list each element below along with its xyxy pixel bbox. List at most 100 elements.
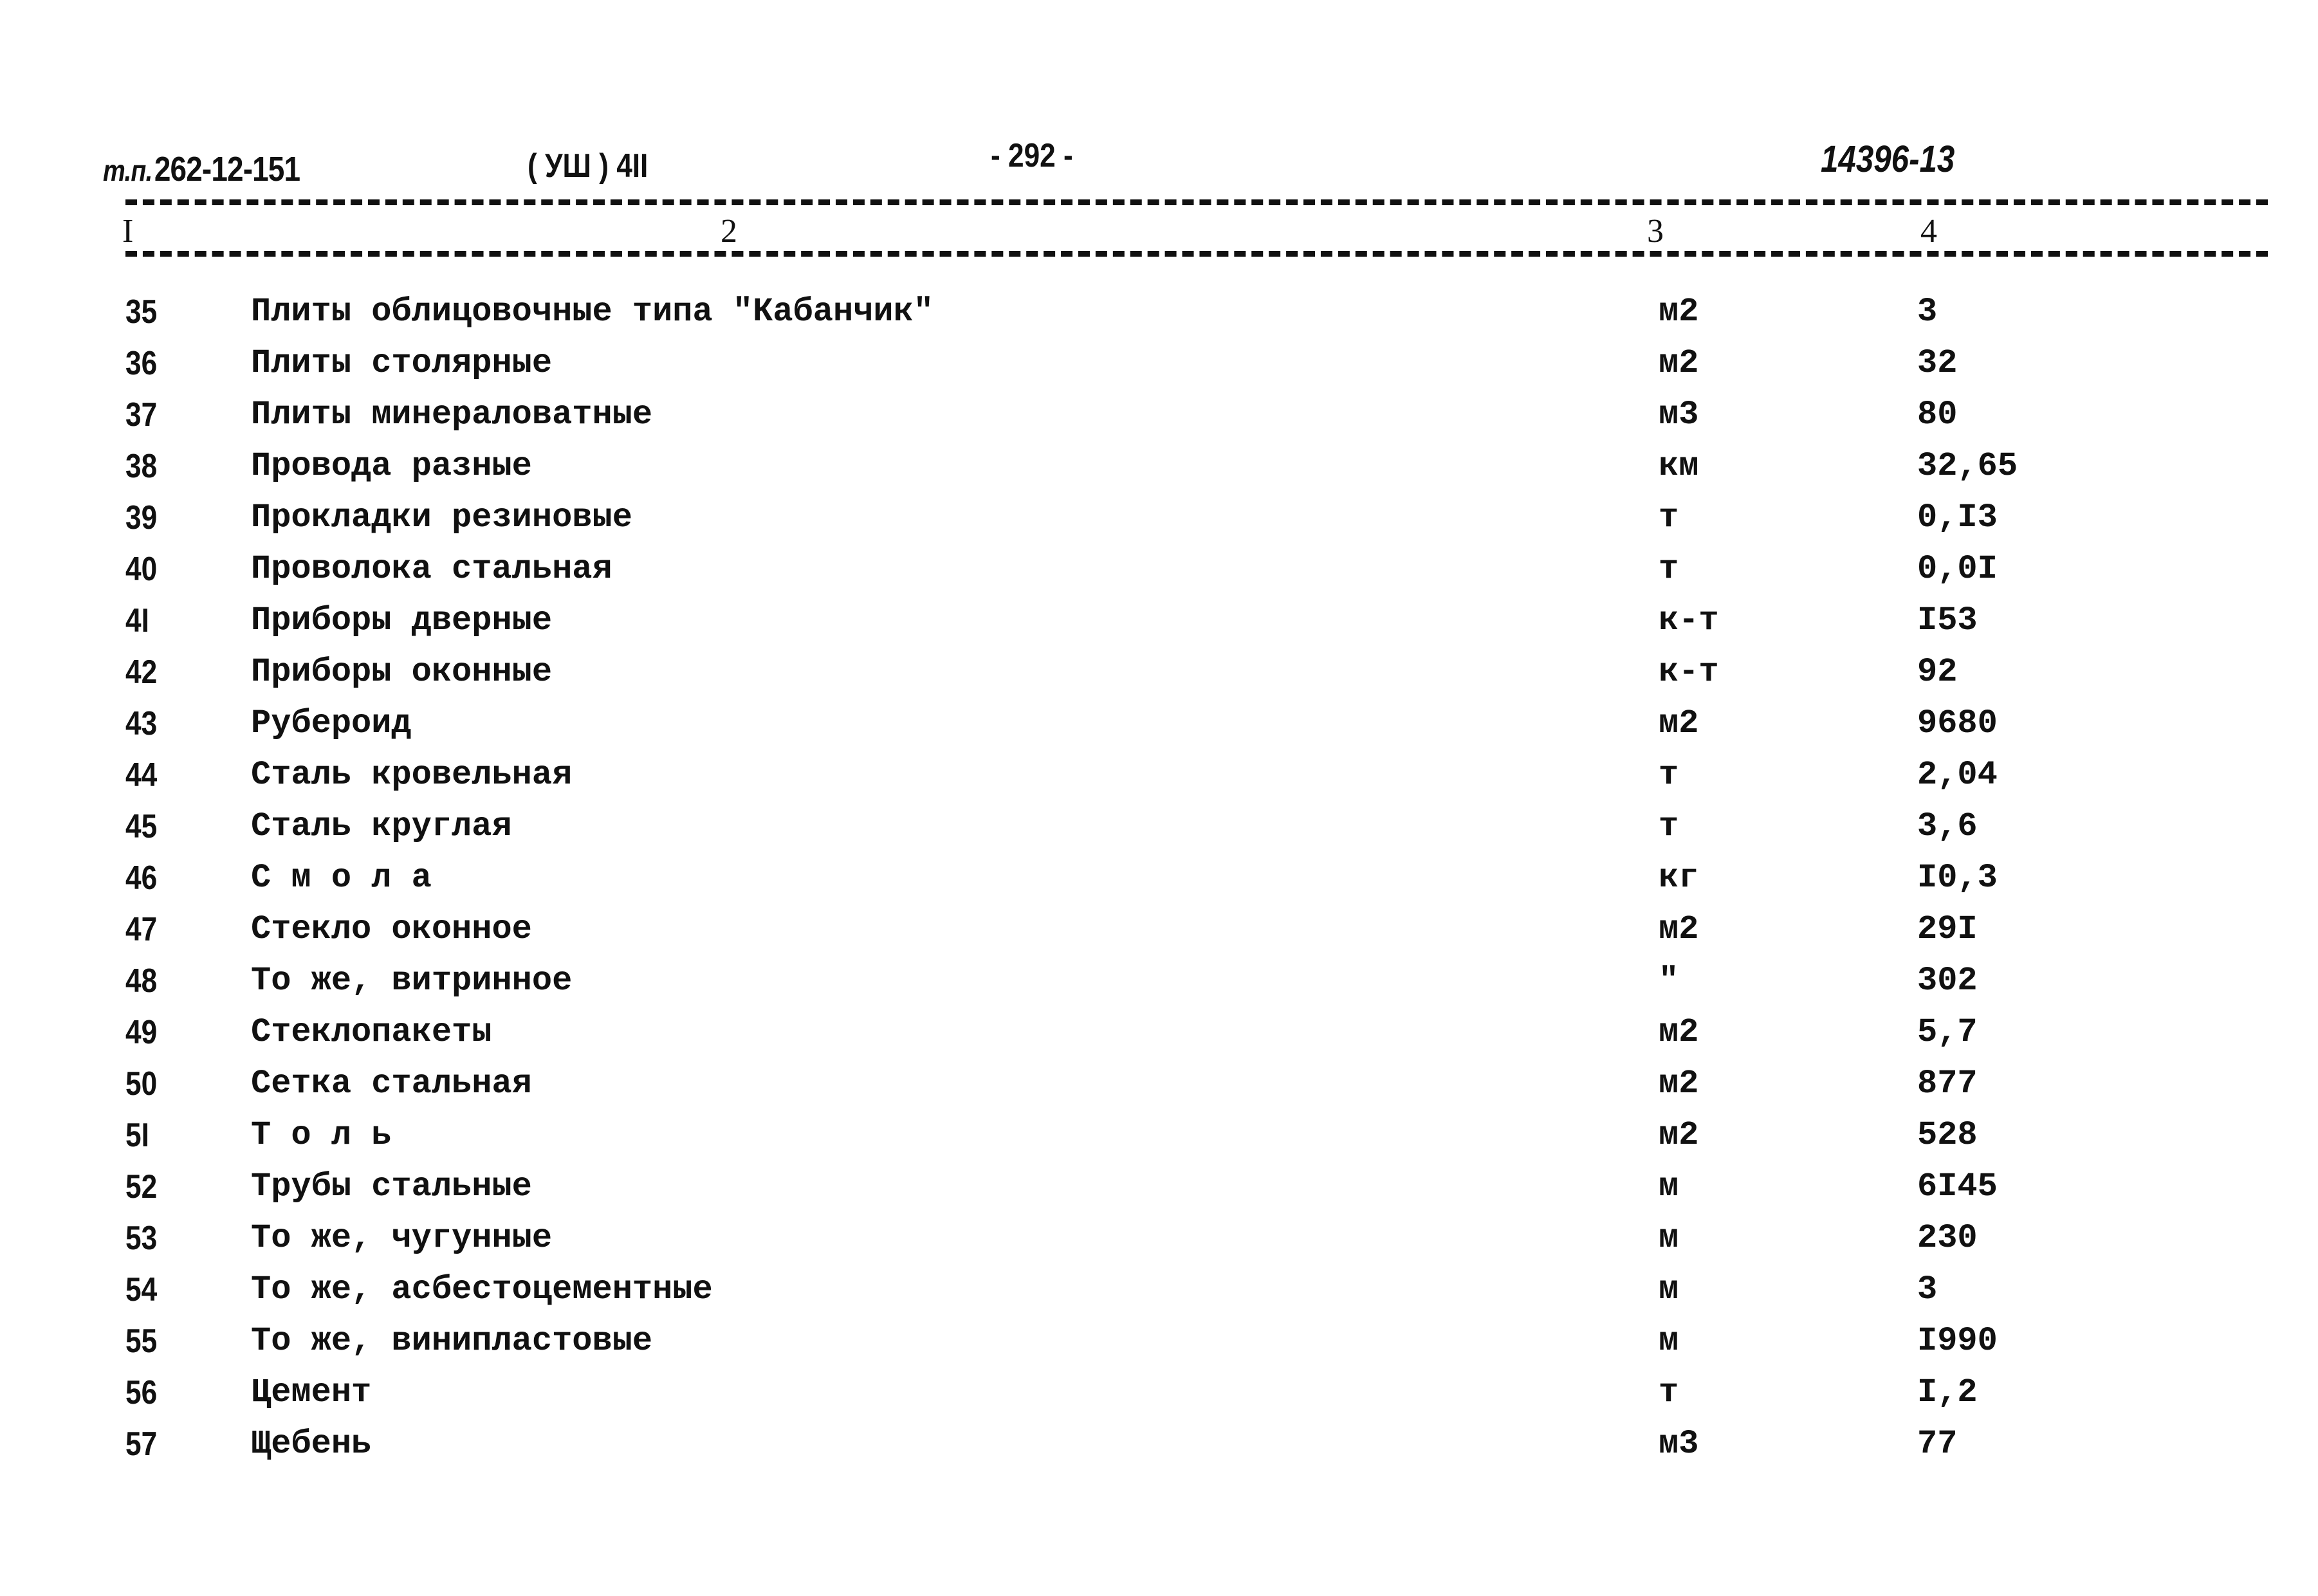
quantity: 230 xyxy=(1917,1219,1978,1257)
unit-of-measure: м3 xyxy=(1659,1425,1699,1463)
column-number-4: 4 xyxy=(1920,213,1937,250)
quantity: 32 xyxy=(1917,344,1958,382)
table-row: 36 Плиты столярные м2 32 xyxy=(0,338,2318,389)
section-label: ( УШ ) 4II xyxy=(528,147,648,185)
material-name: Плиты минераловатные xyxy=(251,396,653,434)
row-number: 4I xyxy=(125,602,149,639)
table-row: 52 Трубы стальные м 6I45 xyxy=(0,1161,2318,1213)
table-row: 35 Плиты облицовочные типа "Кабанчик" м2 3 xyxy=(0,286,2318,338)
unit-of-measure: м3 xyxy=(1659,396,1699,434)
material-name: Сетка стальная xyxy=(251,1065,532,1103)
row-number: 39 xyxy=(125,499,158,537)
material-name: Стекло оконное xyxy=(251,910,532,948)
column-number-2: 2 xyxy=(721,213,737,250)
material-name: Провода разные xyxy=(251,447,532,485)
row-number: 56 xyxy=(125,1374,158,1411)
unit-of-measure: км xyxy=(1659,447,1699,485)
unit-of-measure: т xyxy=(1659,807,1679,845)
material-name: Прокладки резиновые xyxy=(251,499,632,537)
row-number: 45 xyxy=(125,808,158,845)
unit-of-measure: " xyxy=(1659,962,1679,1000)
unit-of-measure: м2 xyxy=(1659,1116,1699,1154)
table-row: 46 С м о л а кг I0,3 xyxy=(0,852,2318,904)
unit-of-measure: т xyxy=(1659,1373,1679,1411)
table-row: 44 Сталь кровельная т 2,04 xyxy=(0,749,2318,801)
row-number: 54 xyxy=(125,1271,158,1308)
quantity: 92 xyxy=(1917,653,1958,691)
table-row: 55 То же, винипластовые м I990 xyxy=(0,1316,2318,1367)
quantity: I,2 xyxy=(1917,1373,1978,1411)
material-name: Рубероид xyxy=(251,704,412,742)
table-row: 57 Щебень м3 77 xyxy=(0,1418,2318,1470)
table-row: 48 То же, витринное " 302 xyxy=(0,955,2318,1007)
row-number: 36 xyxy=(125,345,158,382)
row-number: 48 xyxy=(125,962,158,1000)
row-number: 44 xyxy=(125,757,158,794)
unit-of-measure: м xyxy=(1659,1270,1679,1308)
row-number: 55 xyxy=(125,1323,158,1360)
table-row: 45 Сталь круглая т 3,6 xyxy=(0,801,2318,852)
quantity: 77 xyxy=(1917,1425,1958,1463)
unit-of-measure: т xyxy=(1659,499,1679,537)
material-name: Проволока стальная xyxy=(251,550,612,588)
unit-of-measure: м xyxy=(1659,1168,1679,1206)
quantity: I990 xyxy=(1917,1322,1998,1360)
document-code-prefix: т.п. xyxy=(103,154,152,187)
unit-of-measure: м2 xyxy=(1659,910,1699,948)
table-row: 50 Сетка стальная м2 877 xyxy=(0,1058,2318,1110)
unit-of-measure: к-т xyxy=(1659,653,1719,691)
quantity: 80 xyxy=(1917,396,1958,434)
table-row: 43 Рубероид м2 9680 xyxy=(0,698,2318,749)
unit-of-measure: к-т xyxy=(1659,601,1719,639)
material-name: Цемент xyxy=(251,1373,372,1411)
table-row: 42 Приборы оконные к-т 92 xyxy=(0,647,2318,698)
row-number: 47 xyxy=(125,911,158,948)
unit-of-measure: т xyxy=(1659,550,1679,588)
material-name: То же, асбестоцементные xyxy=(251,1270,713,1308)
unit-of-measure: кг xyxy=(1659,859,1699,897)
row-number: 50 xyxy=(125,1065,158,1103)
header-divider-top xyxy=(125,199,2268,205)
document-code-value: 262-12-151 xyxy=(154,150,300,188)
table-row: 4I Приборы дверные к-т I53 xyxy=(0,595,2318,647)
quantity: 29I xyxy=(1917,910,1978,948)
unit-of-measure: м xyxy=(1659,1219,1679,1257)
row-number: 43 xyxy=(125,705,158,742)
table-row: 53 То же, чугунные м 230 xyxy=(0,1213,2318,1264)
table-row: 38 Провода разные км 32,65 xyxy=(0,441,2318,492)
row-number: 57 xyxy=(125,1426,158,1463)
document-code: т.п.262-12-151 xyxy=(103,149,300,189)
material-name: Сталь кровельная xyxy=(251,756,573,794)
material-name: Трубы стальные xyxy=(251,1168,532,1206)
row-number: 5I xyxy=(125,1117,149,1154)
row-number: 35 xyxy=(125,293,158,331)
unit-of-measure: м2 xyxy=(1659,293,1699,331)
quantity: 5,7 xyxy=(1917,1013,1978,1051)
quantity: 877 xyxy=(1917,1065,1978,1103)
material-name: Приборы дверные xyxy=(251,601,553,639)
unit-of-measure: м2 xyxy=(1659,344,1699,382)
row-number: 38 xyxy=(125,448,158,485)
material-name: С м о л а xyxy=(251,859,432,897)
material-name: Т о л ь xyxy=(251,1116,392,1154)
table-row: 56 Цемент т I,2 xyxy=(0,1367,2318,1418)
quantity: 9680 xyxy=(1917,704,1998,742)
quantity: I53 xyxy=(1917,601,1978,639)
quantity: 0,0I xyxy=(1917,550,1998,588)
unit-of-measure: м2 xyxy=(1659,1065,1699,1103)
row-number: 42 xyxy=(125,654,158,691)
material-name: Сталь круглая xyxy=(251,807,512,845)
quantity: 3 xyxy=(1917,293,1938,331)
table-row: 40 Проволока стальная т 0,0I xyxy=(0,544,2318,595)
row-number: 52 xyxy=(125,1168,158,1206)
column-number-1: I xyxy=(122,213,134,250)
row-number: 46 xyxy=(125,859,158,897)
inventory-number: 14396-13 xyxy=(1821,138,1955,180)
material-name: Плиты облицовочные типа "Кабанчик" xyxy=(251,293,934,331)
row-number: 37 xyxy=(125,396,158,434)
page-number: - 292 - xyxy=(991,137,1073,174)
header-divider-bottom xyxy=(125,251,2268,257)
unit-of-measure: т xyxy=(1659,756,1679,794)
row-number: 40 xyxy=(125,551,158,588)
unit-of-measure: м2 xyxy=(1659,704,1699,742)
